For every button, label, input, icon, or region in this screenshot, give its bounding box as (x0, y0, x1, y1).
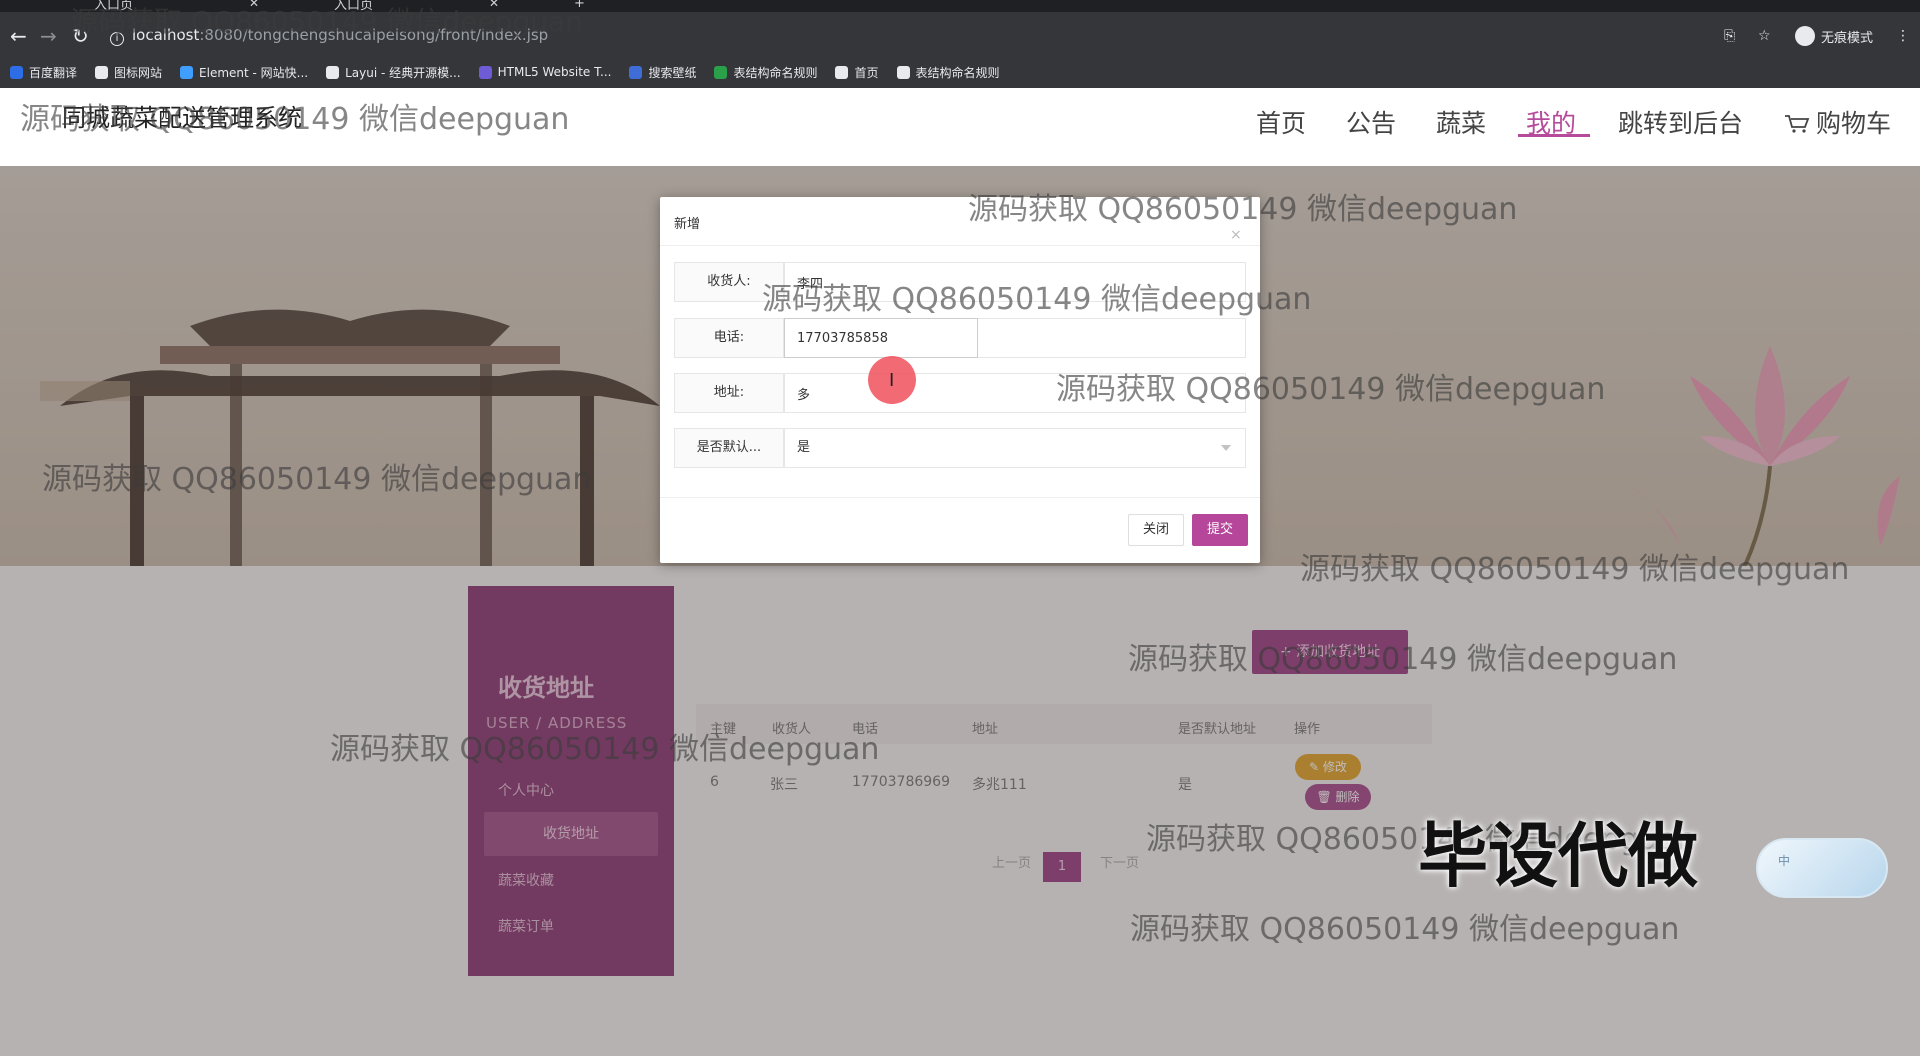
bookmark-icon (180, 65, 194, 79)
tab-title: 入口页 (94, 0, 134, 13)
new-tab-icon[interactable]: + (574, 0, 585, 12)
site-brand: 同城蔬菜配送管理系统 (62, 104, 302, 132)
nav-vegetables[interactable]: 蔬菜 (1436, 104, 1486, 140)
info-icon[interactable]: i (110, 32, 124, 46)
phone-label: 电话: (674, 318, 784, 358)
nav-notice[interactable]: 公告 (1346, 104, 1396, 140)
bookmark-label: 表结构命名规则 (733, 65, 818, 80)
modal-footer-divider (660, 497, 1260, 498)
translate-icon[interactable]: ⎘ (1724, 28, 1735, 44)
widget-label: 中 (1778, 854, 1791, 868)
bookmark-label: 图标网站 (114, 65, 163, 80)
modal-divider (660, 245, 1260, 246)
phone-input-focus-ring (784, 318, 978, 358)
back-icon[interactable]: ← (10, 24, 27, 48)
profile-label: 无痕模式 (1821, 30, 1874, 46)
cart-icon (1785, 115, 1810, 133)
bookmark-item[interactable]: HTML5 Website T... (478, 65, 612, 79)
bookmark-item[interactable]: 表结构命名规则 (896, 64, 1000, 81)
receiver-label: 收货人: (674, 262, 784, 302)
url-host: localhost (132, 26, 200, 44)
bookmark-item[interactable]: 图标网站 (95, 64, 162, 81)
modal-title: 新增 (674, 217, 701, 232)
nav-active-underline (1518, 134, 1590, 137)
bookmark-icon (896, 65, 910, 79)
close-icon[interactable]: ✕ (489, 0, 499, 10)
browser-tab-strip: 入口页 ✕ 入口页 ✕ + (0, 0, 1920, 13)
nav-cart[interactable]: 购物车 (1784, 104, 1891, 140)
close-icon[interactable]: × (1230, 227, 1242, 243)
bookmark-label: 搜索壁纸 (648, 65, 697, 80)
close-button[interactable]: 关闭 (1128, 514, 1184, 546)
nav-admin[interactable]: 跳转到后台 (1618, 104, 1743, 140)
cart-label: 购物车 (1816, 109, 1892, 138)
address-bar[interactable]: i localhost:8080/tongchengshucaipeisong/f… (110, 26, 548, 46)
profile-button[interactable]: 无痕模式 (1795, 26, 1873, 46)
bookmark-label: HTML5 Website T... (497, 65, 612, 79)
bookmark-label: Element - 网站快... (199, 65, 309, 80)
bookmark-icon (95, 65, 109, 79)
bookmark-label: 表结构命名规则 (915, 65, 1000, 80)
submit-button[interactable]: 提交 (1192, 514, 1248, 546)
bookmark-icon (714, 65, 728, 79)
bookmark-item[interactable]: Element - 网站快... (180, 64, 308, 81)
menu-icon[interactable]: ⋮ (1896, 28, 1910, 44)
bookmark-item[interactable]: 百度翻译 (10, 64, 77, 81)
chevron-down-icon (1221, 445, 1231, 451)
default-label: 是否默认... (674, 428, 784, 468)
address-input[interactable] (784, 373, 1246, 413)
bookmarks-bar: 百度翻译 图标网站 Element - 网站快... Layui - 经典开源模...… (0, 56, 1920, 88)
reload-icon[interactable]: ↻ (72, 24, 89, 48)
bookmark-item[interactable]: 搜索壁纸 (629, 64, 696, 81)
bookmark-item[interactable]: 首页 (835, 64, 879, 81)
incognito-icon (1795, 26, 1815, 46)
bookmark-item[interactable]: Layui - 经典开源模... (326, 64, 461, 81)
tab-title: 入口页 (334, 0, 374, 13)
star-icon[interactable]: ☆ (1758, 28, 1771, 44)
browser-tab[interactable]: 入口页 ✕ (94, 0, 259, 13)
bookmark-icon (478, 65, 492, 79)
bookmark-icon (326, 65, 340, 79)
text-cursor-icon: I (889, 370, 895, 391)
nav-home[interactable]: 首页 (1256, 104, 1306, 140)
floating-assistant-widget[interactable] (1756, 838, 1888, 898)
bookmark-icon (629, 65, 643, 79)
bookmark-label: 首页 (854, 65, 879, 80)
url-path: :8080/tongchengshucaipeisong/front/index… (199, 26, 549, 44)
promo-banner-text: 毕设代做 (1418, 815, 1698, 897)
bookmark-icon (10, 65, 23, 79)
browser-tab-active[interactable]: 入口页 ✕ (334, 0, 499, 13)
bookmark-icon (835, 65, 849, 79)
receiver-input[interactable] (784, 262, 1246, 302)
default-select[interactable]: 是 (784, 428, 1246, 468)
address-label: 地址: (674, 373, 784, 413)
close-icon[interactable]: ✕ (249, 0, 259, 10)
bookmark-label: 百度翻译 (29, 65, 78, 80)
forward-icon[interactable]: → (40, 24, 57, 48)
bookmark-item[interactable]: 表结构命名规则 (714, 64, 817, 81)
bookmark-label: Layui - 经典开源模... (345, 65, 461, 80)
